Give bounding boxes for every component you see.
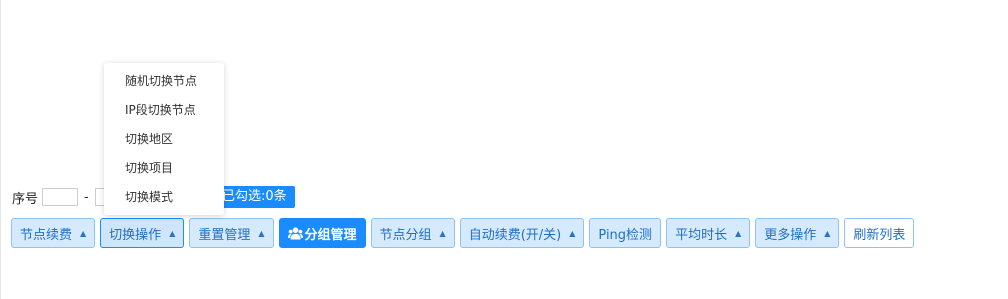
menu-item-switch-project[interactable]: 切换项目 <box>104 154 224 183</box>
caret-up-icon: ▲ <box>169 228 176 238</box>
button-label: 自动续费(开/关) <box>468 227 562 243</box>
more-actions-button[interactable]: 更多操作 ▲ <box>755 218 840 248</box>
node-group-button[interactable]: 节点分组 ▲ <box>370 218 455 248</box>
auto-renew-toggle-button[interactable]: 自动续费(开/关) ▲ <box>459 218 585 248</box>
button-label: 重置管理 <box>198 227 251 243</box>
button-label: 平均时长 <box>675 227 728 243</box>
button-label: 刷新列表 <box>853 227 906 243</box>
button-label: 节点续费 <box>20 227 73 243</box>
group-management-button[interactable]: 分组管理 <box>278 218 366 248</box>
page-left-border <box>0 0 1 299</box>
caret-up-icon: ▲ <box>258 228 265 238</box>
action-toolbar: 节点续费 ▲ 切换操作 ▲ 重置管理 ▲ 分组管理 节点分组 ▲ 自动续费(开/… <box>11 218 919 248</box>
button-label: 切换操作 <box>109 227 162 243</box>
users-icon <box>287 226 303 240</box>
index-label: 序号 <box>12 191 39 207</box>
range-start-input[interactable] <box>42 188 79 206</box>
button-label: 节点分组 <box>379 227 432 243</box>
button-label: 分组管理 <box>304 227 357 243</box>
range-dash: - <box>84 189 89 205</box>
menu-item-random-switch-node[interactable]: 随机切换节点 <box>104 67 224 96</box>
menu-item-switch-region[interactable]: 切换地区 <box>104 125 224 154</box>
average-duration-button[interactable]: 平均时长 ▲ <box>666 218 751 248</box>
menu-item-ip-segment-switch-node[interactable]: IP段切换节点 <box>104 96 224 125</box>
ping-check-button[interactable]: Ping检测 <box>589 218 662 248</box>
selection-range-row: 序号 - <box>12 186 105 208</box>
refresh-list-button[interactable]: 刷新列表 <box>844 218 915 248</box>
caret-up-icon: ▲ <box>735 228 742 238</box>
switch-operation-dropdown: 随机切换节点 IP段切换节点 切换地区 切换项目 切换模式 <box>104 63 224 215</box>
checked-count-badge: 已勾选:0条 <box>218 186 295 208</box>
caret-up-icon: ▲ <box>824 228 831 238</box>
node-renew-button[interactable]: 节点续费 ▲ <box>11 218 96 248</box>
reset-management-button[interactable]: 重置管理 ▲ <box>189 218 274 248</box>
button-label: Ping检测 <box>598 227 653 243</box>
caret-up-icon: ▲ <box>80 228 87 238</box>
caret-up-icon: ▲ <box>439 228 446 238</box>
switch-operation-button[interactable]: 切换操作 ▲ <box>100 218 185 248</box>
button-label: 更多操作 <box>764 227 817 243</box>
caret-up-icon: ▲ <box>569 228 576 238</box>
menu-item-switch-mode[interactable]: 切换模式 <box>104 183 224 212</box>
